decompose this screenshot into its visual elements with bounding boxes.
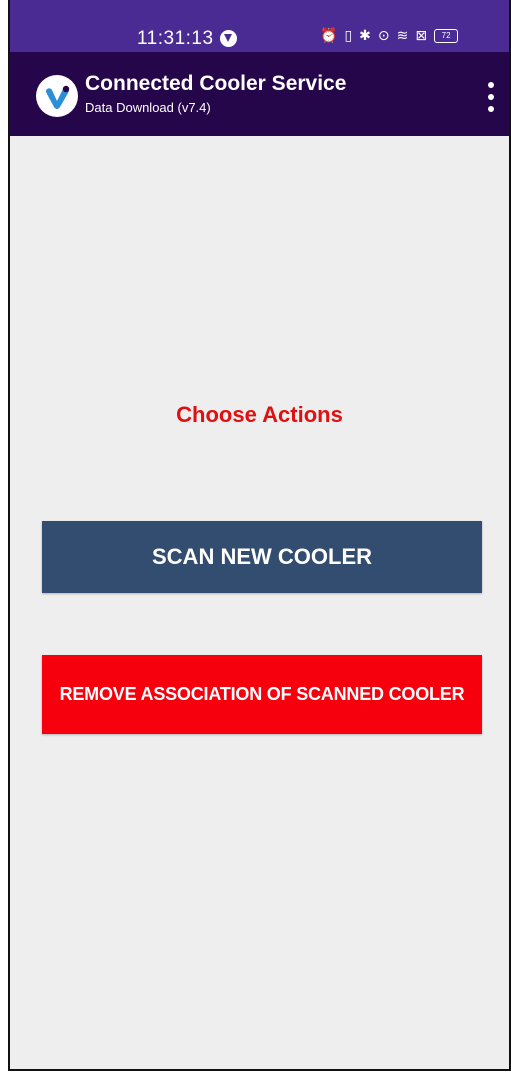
- status-time: 11:31:13: [137, 28, 214, 49]
- app-bar: Connected Cooler Service Data Download (…: [10, 52, 509, 136]
- vpn-icon: [220, 30, 237, 47]
- alarm-icon: ⏰: [320, 28, 338, 44]
- choose-actions-heading: Choose Actions: [176, 402, 343, 427]
- menu-dot: [488, 94, 494, 100]
- app-logo-icon: [36, 75, 78, 117]
- overflow-menu-icon[interactable]: [483, 82, 499, 112]
- location-icon: ⊙: [377, 28, 390, 44]
- app-subtitle: Data Download (v7.4): [85, 100, 211, 115]
- status-bar: 11:31:13 ⏰ ▯ ✱ ⊙ ≋ ⊠ 72: [10, 0, 509, 52]
- sim-icon: ⊠: [415, 28, 428, 44]
- status-icons: ⏰ ▯ ✱ ⊙ ≋ ⊠ 72: [320, 28, 459, 44]
- vibrate-icon: ▯: [344, 28, 353, 44]
- app-title: Connected Cooler Service: [85, 72, 347, 95]
- menu-dot: [488, 106, 494, 112]
- bluetooth-icon: ✱: [359, 28, 371, 44]
- scan-new-cooler-button[interactable]: SCAN NEW COOLER: [42, 521, 482, 593]
- app-frame: 11:31:13 ⏰ ▯ ✱ ⊙ ≋ ⊠ 72 Connected Cooler…: [8, 0, 511, 1071]
- battery-icon: 72: [434, 29, 459, 43]
- remove-association-button[interactable]: REMOVE ASSOCIATION OF SCANNED COOLER: [42, 655, 482, 734]
- menu-dot: [488, 82, 494, 88]
- wifi-icon: ≋: [396, 28, 409, 44]
